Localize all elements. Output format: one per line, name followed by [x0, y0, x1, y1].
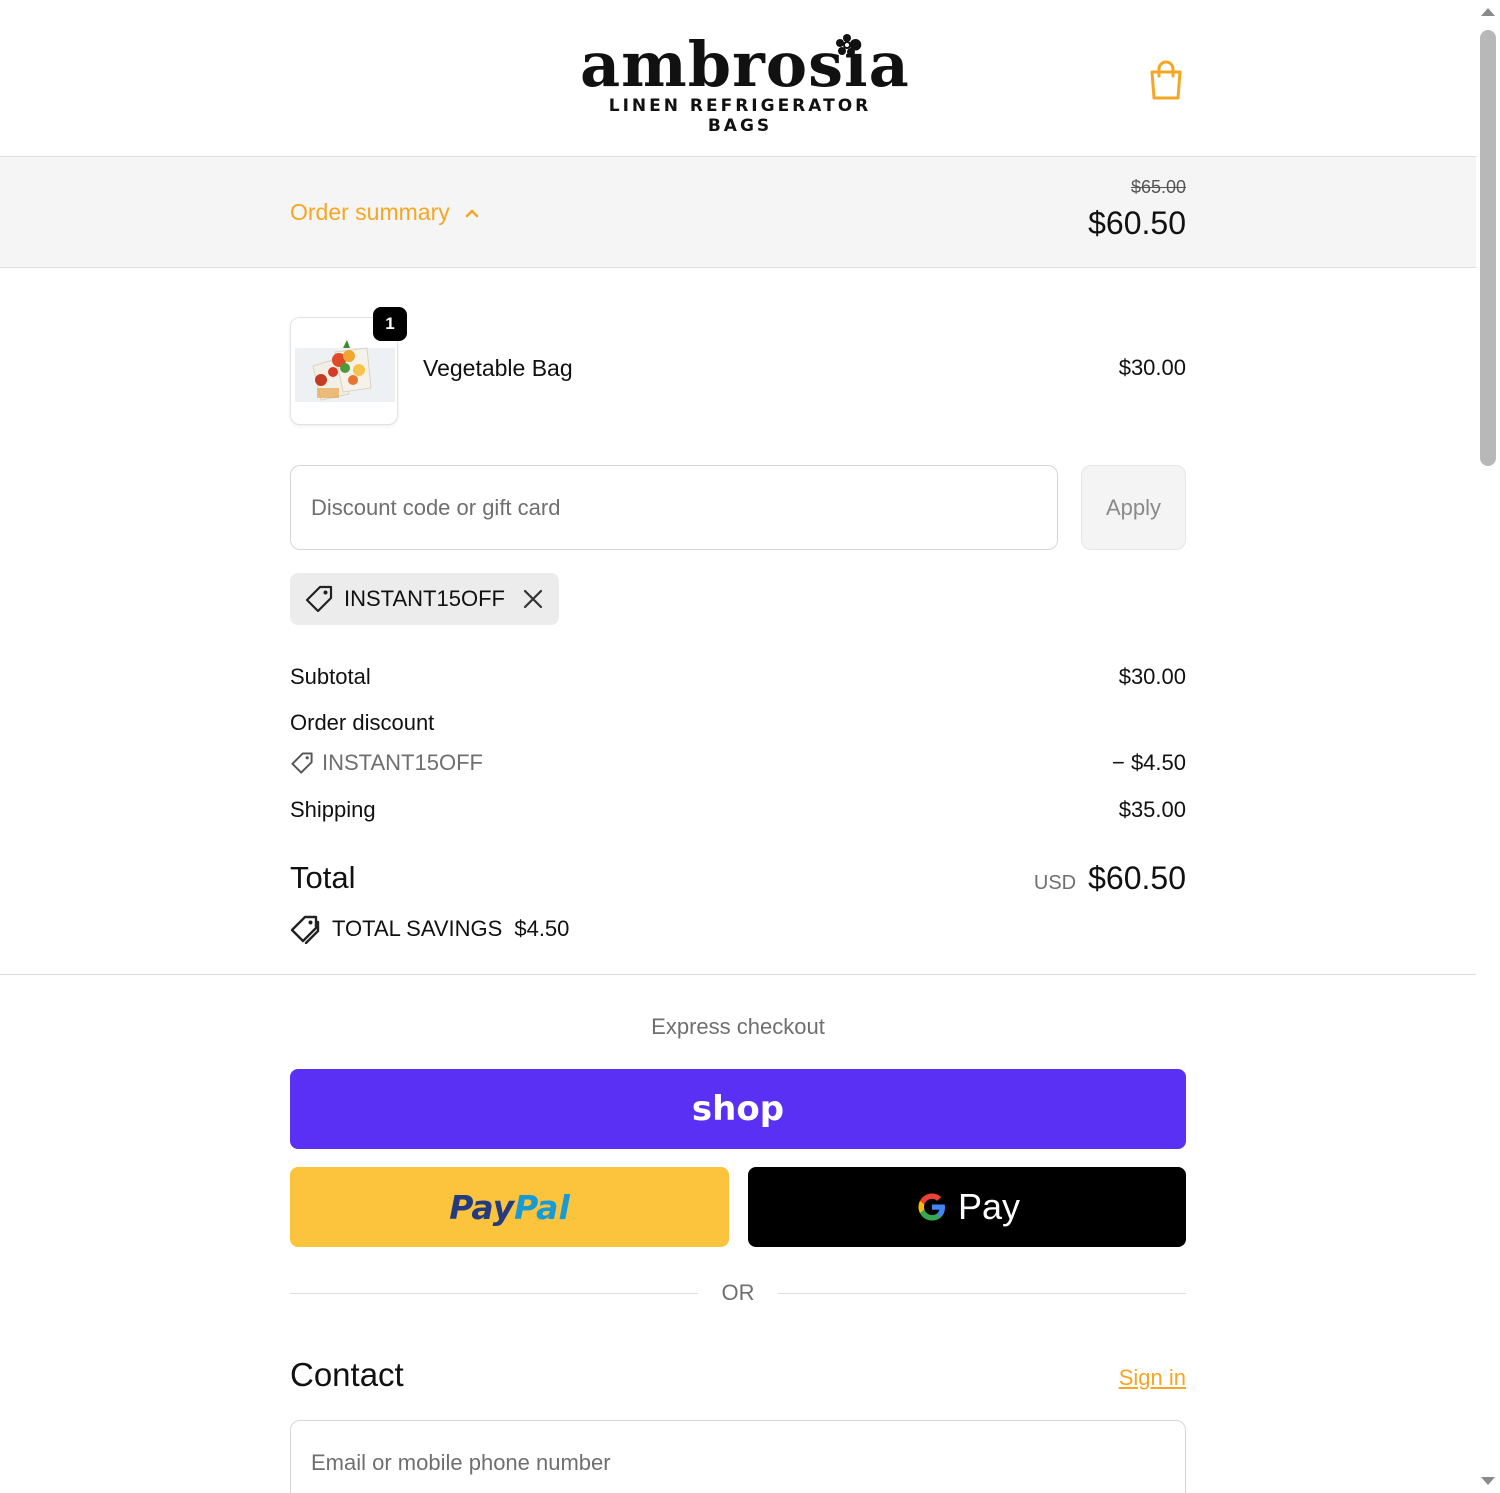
subtotal-row: Subtotal $30.00: [290, 664, 1186, 690]
total-savings-row: TOTAL SAVINGS $4.50: [290, 914, 1186, 944]
or-separator: OR: [290, 1280, 1186, 1306]
currency-code: USD: [1033, 872, 1077, 894]
applied-discount-code: INSTANT15OFF: [344, 586, 505, 611]
discount-code-row: INSTANT15OFF − $4.50: [290, 750, 1186, 776]
page-scrollbar[interactable]: [1476, 0, 1500, 1493]
subtotal-label: Subtotal: [290, 664, 371, 689]
total-savings-value: $4.50: [514, 916, 570, 941]
shipping-row: Shipping $35.00: [290, 797, 1186, 823]
google-pay-button[interactable]: Pay: [748, 1167, 1186, 1247]
google-pay-label: Pay: [957, 1186, 1021, 1227]
or-line-right: [778, 1293, 1186, 1294]
remove-discount-close-icon[interactable]: [521, 587, 545, 611]
site-header: ambrosia LINEN REFRIGERATOR BAGS: [0, 0, 1476, 157]
tags-icon: [290, 915, 320, 944]
shop-pay-button[interactable]: shop: [290, 1069, 1186, 1149]
brand-logo[interactable]: ambrosia LINEN REFRIGERATOR BAGS: [580, 30, 909, 137]
total-label: Total: [290, 860, 356, 895]
total-price: USD $60.50: [1034, 860, 1186, 897]
quantity-badge: 1: [373, 307, 407, 341]
express-checkout-title: Express checkout: [651, 1014, 825, 1039]
paypal-label-pal: Pal: [514, 1187, 570, 1227]
order-discount-label: Order discount: [290, 710, 435, 735]
discount-code-line: INSTANT15OFF: [290, 750, 1186, 776]
paypal-button[interactable]: PayPal: [290, 1167, 729, 1247]
paypal-label-pay: Pay: [449, 1187, 515, 1227]
discount-code-text: INSTANT15OFF: [322, 750, 483, 775]
total-savings-label: TOTAL SAVINGS: [332, 916, 503, 941]
scroll-up-arrow-icon[interactable]: [1481, 8, 1495, 16]
subtotal-value: $30.00: [1118, 664, 1186, 689]
applied-discount-chip: INSTANT15OFF: [290, 573, 559, 625]
sign-in-link[interactable]: Sign in: [1119, 1365, 1186, 1391]
total-value: $60.50: [1088, 860, 1186, 896]
product-price: $30.00: [1118, 355, 1186, 380]
brand-tagline: LINEN REFRIGERATOR BAGS: [608, 96, 872, 136]
google-g-icon: [918, 1193, 945, 1221]
shopping-bag-icon[interactable]: [1146, 58, 1186, 102]
discount-code-input[interactable]: [290, 465, 1058, 550]
original-total: $65.00: [1130, 177, 1186, 197]
order-discount-row: Order discount: [290, 710, 1186, 736]
order-summary-label: Order summary: [290, 199, 450, 225]
flower-icon: [836, 34, 858, 56]
tag-icon: [291, 752, 313, 774]
order-summary-bar: Order summary $65.00 $60.50: [0, 157, 1476, 268]
section-divider: [0, 974, 1476, 975]
shipping-label: Shipping: [290, 797, 376, 822]
apply-discount-button[interactable]: Apply: [1081, 465, 1186, 550]
line-item: 1 Vegetable Bag $30.00: [290, 307, 1186, 425]
scroll-down-arrow-icon[interactable]: [1481, 1477, 1495, 1485]
contact-heading: Contact: [290, 1356, 404, 1393]
order-summary-toggle[interactable]: Order summary: [290, 199, 480, 226]
summary-total: $60.50: [1088, 205, 1186, 241]
chevron-up-icon: [465, 209, 478, 217]
checkout-page: ambrosia LINEN REFRIGERATOR BAGS Order s…: [0, 0, 1476, 1493]
email-field[interactable]: [290, 1420, 1186, 1493]
shipping-value: $35.00: [1118, 797, 1186, 822]
scrollbar-thumb[interactable]: [1480, 30, 1496, 466]
discount-value: − $4.50: [1111, 750, 1186, 775]
product-name: Vegetable Bag: [423, 355, 573, 381]
tag-icon: [305, 585, 333, 613]
discount-form: Apply: [290, 465, 1186, 550]
total-savings: TOTAL SAVINGS $4.50: [290, 914, 1186, 944]
total-row: Total USD $60.50: [290, 860, 1186, 896]
